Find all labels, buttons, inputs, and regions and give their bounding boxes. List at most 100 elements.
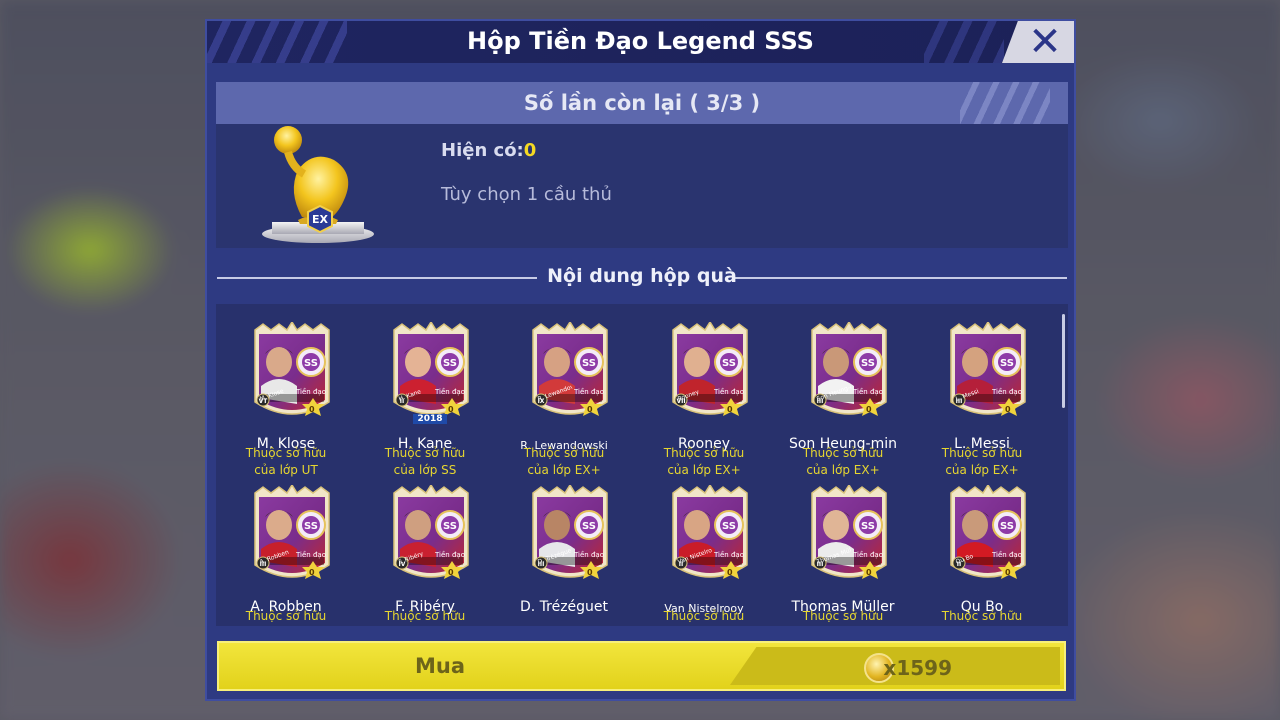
trophy-badge-text: EX <box>312 213 329 226</box>
card-position-label: Tiền đạo <box>435 388 465 396</box>
ownership-line-2: của lớp EX+ <box>527 463 601 477</box>
ownership-note: Thuộc sở hữu của lớp EX+ <box>912 445 1052 479</box>
card-level: 0 <box>309 405 315 414</box>
svg-text:SS: SS <box>722 358 736 369</box>
player-card[interactable]: SS III Tiền đạo 0 D. Trézéguet D. Trézéguet <box>514 485 614 626</box>
box-info-panel: Số lần còn lại ( 3/3 ) EX Hiện có:0 Tùy … <box>216 82 1068 248</box>
card-position-label: Tiền đạo <box>296 551 326 559</box>
ownership-note: Thuộc sở hữu <box>355 608 495 625</box>
player-card[interactable]: SS III Tiền đạo 0 L. Messi L. Messi Thuộc sở h… <box>932 322 1032 477</box>
card-position-label: Tiền đạo <box>296 388 326 396</box>
svg-text:SS: SS <box>1000 521 1014 532</box>
ownership-note: Thuộc sở hữu <box>216 608 356 625</box>
player-card-badge: SS <box>393 322 469 416</box>
ownership-note: Thuộc sở hữu của lớp UT <box>216 445 356 479</box>
card-level: 0 <box>448 405 454 414</box>
card-level: 0 <box>727 405 733 414</box>
ownership-line-1: Thuộc sở hữu <box>802 609 884 623</box>
player-card[interactable]: SS III Tiền đạo 0 Thomas Müller Thomas Müller… <box>791 485 895 626</box>
svg-text:SS: SS <box>722 521 736 532</box>
card-position-label: Tiền đạo <box>574 551 604 559</box>
ownership-note: Thuộc sở hữu <box>773 608 913 625</box>
player-card-badge: SS <box>950 485 1026 579</box>
card-level: 0 <box>448 568 454 577</box>
ownership-note: Thuộc sở hữu của lớp EX+ <box>773 445 913 479</box>
card-level: 0 <box>1005 405 1011 414</box>
ownership-line-1: Thuộc sở hữu <box>663 446 745 460</box>
player-card[interactable]: SS IX Tiền đạo 0 R. Lewandowski R. Lewandowsk… <box>514 322 614 477</box>
buy-button[interactable]: Mua x1599 <box>217 641 1066 691</box>
remaining-count-label: Số lần còn lại ( 3/3 ) <box>523 91 761 115</box>
ownership-line-1: Thuộc sở hữu <box>384 609 466 623</box>
ownership-line-1: Thuộc sở hữu <box>523 446 605 460</box>
player-grid[interactable]: SS VT Tiền đạo 0 M. Klose M. Klose Thuộc sở hữ… <box>216 304 1068 626</box>
player-card[interactable]: SS II Tiền đạo 0 Van Nistelrooy Van Nistelroo… <box>654 485 754 626</box>
legend-box-dialog: Hộp Tiền Đạo Legend SSS ✕ Số lần còn lại… <box>205 19 1076 701</box>
ownership-line-2: của lớp SS <box>393 463 457 477</box>
player-card-badge: SS <box>672 485 748 579</box>
available-value: 0 <box>523 140 537 161</box>
card-level: 0 <box>727 568 733 577</box>
remaining-header: Số lần còn lại ( 3/3 ) <box>216 82 1068 124</box>
option-text: Tùy chọn 1 cầu thủ <box>441 184 612 205</box>
svg-text:SS: SS <box>582 358 596 369</box>
card-level: 0 <box>866 405 872 414</box>
ownership-line-2: của lớp EX+ <box>945 463 1019 477</box>
ownership-line-1: Thuộc sở hữu <box>384 446 466 460</box>
svg-text:SS: SS <box>443 521 457 532</box>
player-card[interactable]: SS II Tiền đạo 0 H. Kane 2018 H. Kane Thuộc sở … <box>375 322 475 477</box>
gold-trophy-icon: EX <box>262 126 374 243</box>
dialog-title: Hộp Tiền Đạo Legend SSS <box>467 27 814 55</box>
svg-text:SS: SS <box>861 358 875 369</box>
svg-text:SS: SS <box>304 521 318 532</box>
player-card-badge: SS <box>672 322 748 416</box>
close-x-icon: ✕ <box>1028 21 1062 63</box>
player-card-badge: SS <box>532 322 608 416</box>
ownership-line-1: Thuộc sở hữu <box>245 446 327 460</box>
card-position-label: Tiền đạo <box>992 388 1022 396</box>
player-card[interactable]: SS III Tiền đạo 0 Son Heung-min Son Heung-min… <box>789 322 897 477</box>
svg-text:SS: SS <box>582 521 596 532</box>
available-count: Hiện có:0 <box>441 140 536 161</box>
player-card-badge: SS <box>950 322 1026 416</box>
grid-scrollbar[interactable] <box>1062 314 1065 408</box>
card-position-label: Tiền đạo <box>714 388 744 396</box>
card-position-label: Tiền đạo <box>435 551 465 559</box>
card-position-label: Tiền đạo <box>853 388 883 396</box>
player-card-badge: SS <box>532 485 608 579</box>
svg-text:SS: SS <box>1000 358 1014 369</box>
player-card[interactable]: SS VII Tiền đạo 0 Rooney Rooney Thuộc sở hữu củ… <box>654 322 754 477</box>
contents-section-header: Nội dung hộp quà <box>217 263 1067 293</box>
card-level: 0 <box>587 568 593 577</box>
player-card[interactable]: SS III Tiền đạo 0 A. Robben A. Robben Thuộc sở… <box>236 485 336 626</box>
player-card-badge: SS <box>393 485 469 579</box>
card-year-label: 2018 <box>413 414 447 424</box>
ownership-note: Thuộc sở hữu <box>912 608 1052 625</box>
ownership-line-2: của lớp EX+ <box>667 463 741 477</box>
card-level: 0 <box>1005 568 1011 577</box>
card-position-label: Tiền đạo <box>574 388 604 396</box>
player-card[interactable]: SS IV Tiền đạo 0 F. Ribéry F. Ribéry Thuộc sở … <box>375 485 475 626</box>
card-level: 0 <box>866 568 872 577</box>
card-position-label: Tiền đạo <box>853 551 883 559</box>
ownership-line-2: của lớp EX+ <box>806 463 880 477</box>
player-card-badge: SS <box>811 485 887 579</box>
svg-text:SS: SS <box>443 358 457 369</box>
player-card[interactable]: SS VT Tiền đạo 0 M. Klose M. Klose Thuộc sở hữ… <box>236 322 336 477</box>
available-label: Hiện có: <box>441 140 524 161</box>
ownership-note: Thuộc sở hữu của lớp EX+ <box>494 445 634 479</box>
ownership-line-1: Thuộc sở hữu <box>802 446 884 460</box>
card-level: 0 <box>587 405 593 414</box>
ownership-note: Thuộc sở hữu của lớp EX+ <box>634 445 774 479</box>
card-position-label: Tiền đạo <box>992 551 1022 559</box>
player-card[interactable]: SS II Tiền đạo 0 Qu Bo Qu Bo Thuộc sở hữu <box>932 485 1032 626</box>
card-level: 0 <box>309 568 315 577</box>
ownership-note: Thuộc sở hữu của lớp SS <box>355 445 495 479</box>
ownership-line-1: Thuộc sở hữu <box>663 609 745 623</box>
ownership-note: Thuộc sở hữu <box>634 608 774 625</box>
svg-text:SS: SS <box>304 358 318 369</box>
ownership-line-2: của lớp UT <box>254 463 318 477</box>
player-card-badge: SS <box>254 485 330 579</box>
ownership-line-1: Thuộc sở hữu <box>941 609 1023 623</box>
svg-text:SS: SS <box>861 521 875 532</box>
